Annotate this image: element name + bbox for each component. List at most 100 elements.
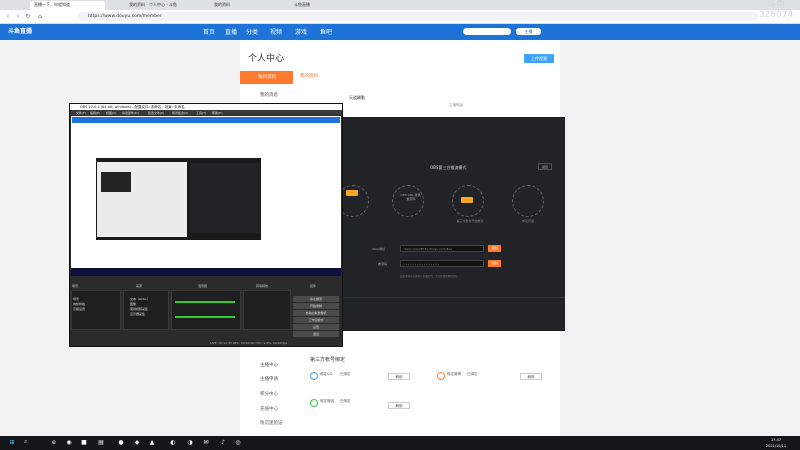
app-icon[interactable]: ●: [117, 439, 125, 447]
source-item[interactable]: 图像: [130, 302, 136, 306]
sidebar-item-streamer-apply[interactable]: 主播申请: [260, 376, 278, 382]
rtmp-address-input[interactable]: rtmp://sendtc3a.douyu.com/live: [400, 245, 484, 252]
preview-nested-panel: [190, 163, 260, 233]
studio-mode-button[interactable]: 工作室模式: [293, 317, 339, 323]
preview-taskbar: [71, 268, 341, 276]
step-circle: [512, 185, 544, 217]
unbind-weibo-button[interactable]: 解绑: [520, 373, 542, 380]
app-icon[interactable]: ■: [80, 439, 88, 447]
scene-item[interactable]: 场景: [73, 297, 79, 301]
app-icon[interactable]: ▲: [148, 439, 156, 447]
step-label: OBS URL 登录/推流码: [400, 193, 422, 201]
obs-menu-tools[interactable]: 工具(T): [196, 111, 206, 115]
site-header: [0, 24, 800, 40]
folder-icon[interactable]: ▤: [97, 439, 105, 447]
browser-tab[interactable]: 斗鱼直播: [290, 1, 365, 10]
stream-key-input[interactable]: ••••••••••••••••••••: [400, 260, 484, 267]
bind-weibo-status: 已绑定: [467, 372, 478, 376]
browser-tab[interactable]: 我的资料: [210, 1, 285, 10]
chrome-icon[interactable]: ◉: [65, 439, 73, 447]
back-icon[interactable]: ‹: [4, 13, 12, 21]
sidebar-item-recharge[interactable]: 充值中心: [260, 406, 278, 412]
obs-menu-help[interactable]: 帮助(H): [212, 111, 223, 115]
nav-live[interactable]: 直播: [225, 27, 237, 36]
taskbar-clock[interactable]: 17:47 2021/10/11: [758, 437, 794, 449]
source-item[interactable]: 显示器采集: [130, 312, 145, 316]
app-icon[interactable]: ◐: [169, 439, 177, 447]
app-icon[interactable]: ♪: [219, 439, 227, 447]
start-recording-button[interactable]: 开始录制: [293, 303, 339, 309]
browser-tab[interactable]: 我的资料 - 个人中心 - 斗鱼: [125, 1, 205, 10]
step-label: 成功开播: [521, 219, 534, 223]
step-circle: [392, 185, 424, 217]
stream-hint: 此推流地址仅供本次直播使用，下次开播需重新获取: [400, 275, 458, 278]
stop-streaming-button[interactable]: 停止推流: [293, 296, 339, 302]
copy-key-button[interactable]: 复制: [488, 260, 501, 267]
home-icon[interactable]: ⌂: [36, 13, 44, 21]
controls-dock-title: 控件: [310, 284, 317, 288]
scenes-dock-title: 场景: [72, 284, 79, 288]
app-icon[interactable]: ◆: [133, 439, 141, 447]
wechat-icon: [310, 399, 318, 407]
stream-tool-panel: [343, 117, 565, 331]
sidebar-item-streamer-center[interactable]: 主播中心: [260, 362, 278, 368]
sidebar-item-anti-addiction[interactable]: 防沉迷验证: [260, 420, 283, 426]
username-label: 天道酬勤: [349, 95, 365, 100]
reload-icon[interactable]: ↻: [24, 13, 32, 21]
search-icon[interactable]: ⌕: [24, 438, 32, 446]
streamer-button[interactable]: 主播: [516, 28, 541, 35]
nav-game[interactable]: 游戏: [295, 27, 307, 36]
back-button[interactable]: 返回: [538, 163, 552, 170]
virtual-camera-button[interactable]: 启动虚拟摄像机: [293, 310, 339, 316]
nav-category[interactable]: 分类: [246, 27, 258, 36]
sidebar-item-messages[interactable]: 我的消息: [260, 92, 278, 98]
app-icon[interactable]: ✉: [202, 439, 210, 447]
unbind-wechat-button[interactable]: 解绑: [388, 402, 410, 409]
obs-menu-profile[interactable]: 配置文件(P): [148, 111, 164, 115]
browser-tab[interactable]: 直播一下，你就知道: [30, 1, 105, 10]
site-logo[interactable]: 斗鱼直播: [8, 26, 58, 38]
settings-button[interactable]: 设置: [293, 324, 339, 330]
step-label: 第三方软件开始推流: [456, 219, 484, 223]
obs-menu-view[interactable]: 视图(V): [106, 111, 116, 115]
bind-wechat-label: 绑定微信: [320, 399, 334, 403]
copy-rtmp-button[interactable]: 复制: [488, 245, 501, 252]
obs-menu-docks[interactable]: 停靠部件(D): [122, 111, 139, 115]
app-icon[interactable]: ◑: [186, 439, 194, 447]
source-item[interactable]: 使用视频采集: [130, 307, 148, 311]
obs-menu-scenes[interactable]: 场景集合(S): [172, 111, 188, 115]
source-item[interactable]: 文本（GDI+）: [130, 297, 150, 301]
mode-label: OBS第三方推流模式: [430, 165, 467, 170]
upload-video-button[interactable]: 上传视频: [524, 54, 554, 63]
bind-weibo-label: 绑定微博: [447, 372, 461, 376]
obs-icon[interactable]: ◎: [234, 439, 242, 447]
sidebar-item-points[interactable]: 积分中心: [260, 391, 278, 397]
exit-button[interactable]: 退出: [293, 331, 339, 337]
nav-home[interactable]: 首页: [203, 27, 215, 36]
bind-wechat-status: 已绑定: [340, 399, 351, 403]
forward-icon[interactable]: ›: [14, 13, 22, 21]
sidebar-item-profile[interactable]: 我的资料: [240, 71, 293, 84]
profile-tab[interactable]: 我的资料: [300, 73, 318, 79]
address-bar[interactable]: https://www.douyu.com/member: [78, 12, 758, 21]
scene-item[interactable]: 高級设置: [73, 307, 85, 311]
scene-item[interactable]: 向前时拍: [73, 302, 85, 306]
stream-watermark: 斗鱼 328074: [758, 0, 794, 20]
start-icon[interactable]: ⊞: [8, 439, 16, 447]
obs-menu-edit[interactable]: 编辑(E): [90, 111, 100, 115]
browser-tab-bar: [0, 0, 800, 10]
panel-divider: [343, 297, 565, 298]
step-button[interactable]: [461, 197, 473, 203]
preview-nested-obs: [101, 172, 131, 192]
clock-date: 2021/10/11: [765, 444, 787, 448]
unbind-qq-button[interactable]: 解绑: [388, 373, 410, 380]
edge-icon[interactable]: e: [50, 439, 58, 447]
nav-video[interactable]: 视频: [270, 27, 282, 36]
site-search-input[interactable]: [463, 28, 511, 35]
nav-fishbar[interactable]: 鱼吧: [320, 27, 332, 36]
audio-meter: [175, 301, 235, 303]
step-button[interactable]: [346, 190, 358, 196]
obs-menu-file[interactable]: 文件(F): [76, 111, 86, 115]
mixer-dock-title: 混音器: [198, 284, 208, 288]
audio-meter: [175, 316, 235, 318]
